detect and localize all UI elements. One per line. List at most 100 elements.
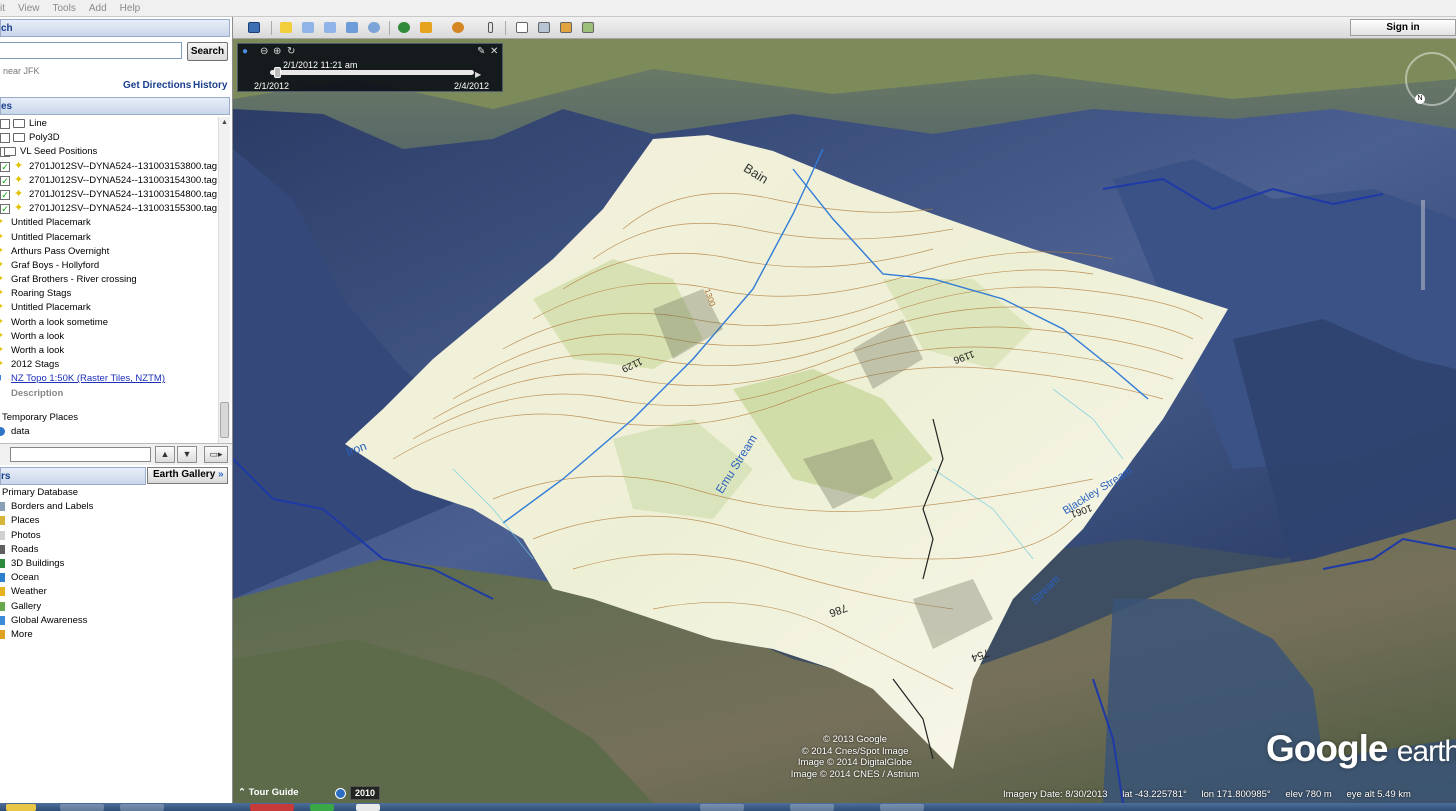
ruler-icon[interactable] xyxy=(481,19,499,36)
layer-item[interactable]: 3D Buildings xyxy=(0,557,232,571)
north-icon[interactable]: N xyxy=(1415,94,1425,104)
places-tree-item[interactable]: ✦ Worth a look xyxy=(0,330,218,344)
menu-help[interactable]: Help xyxy=(115,3,149,14)
historical-imagery-clock-icon[interactable] xyxy=(335,788,346,799)
taskbar-app[interactable] xyxy=(880,804,924,811)
scroll-thumb[interactable] xyxy=(220,402,229,438)
taskbar-app[interactable] xyxy=(120,804,164,811)
menu-view[interactable]: View xyxy=(13,3,48,14)
places-tree-item[interactable]: Description xyxy=(0,387,218,401)
checkbox[interactable] xyxy=(0,133,10,144)
places-panel-header[interactable]: es xyxy=(0,97,230,115)
layer-item[interactable]: Global Awareness xyxy=(0,614,232,628)
sunlight-icon[interactable] xyxy=(417,19,435,36)
places-tree-item[interactable]: Line xyxy=(0,117,218,131)
time-slider-handle[interactable] xyxy=(273,67,281,78)
menu-add[interactable]: Add xyxy=(84,3,115,14)
switch-planet-icon[interactable] xyxy=(449,19,467,36)
places-tree-item[interactable]: ✦ Arthurs Pass Overnight xyxy=(0,245,218,259)
layer-item[interactable]: Roads xyxy=(0,543,232,557)
taskbar-app[interactable] xyxy=(310,804,334,811)
folder-view-icon[interactable]: ▭▸ xyxy=(204,446,228,463)
checkbox[interactable]: ✓ xyxy=(0,161,10,172)
layer-item[interactable]: Primary Database xyxy=(0,486,232,500)
sidebar-toggle-icon[interactable] xyxy=(245,19,263,36)
places-tree-item[interactable]: ✦ Untitled Placemark xyxy=(0,216,218,230)
places-tree-item[interactable]: ✦ Untitled Placemark xyxy=(0,301,218,315)
historical-imagery-icon[interactable] xyxy=(395,19,413,36)
layer-item[interactable]: Places xyxy=(0,514,232,528)
layer-item[interactable]: Gallery xyxy=(0,600,232,614)
taskbar-app[interactable] xyxy=(356,804,380,811)
places-scrollbar[interactable]: ▲ xyxy=(218,117,230,445)
look-around-control[interactable]: N xyxy=(1405,52,1456,106)
places-tree-item[interactable]: ✓ ✦ 2701J012SV--DYNA524--131003153800.tag xyxy=(0,160,218,174)
scroll-up-arrow-icon[interactable]: ▲ xyxy=(221,119,228,126)
search-button[interactable]: Search xyxy=(187,42,228,61)
layer-icon xyxy=(0,558,5,568)
history-link[interactable]: History xyxy=(193,80,227,91)
add-image-overlay-icon[interactable] xyxy=(343,19,361,36)
play-icon[interactable]: ▶ xyxy=(475,70,481,80)
print-icon[interactable] xyxy=(535,19,553,36)
zoom-in-time-icon[interactable]: ⊕ xyxy=(273,47,281,57)
layers-panel-header[interactable]: rs xyxy=(0,467,146,485)
get-directions-link[interactable]: Get Directions xyxy=(123,80,191,91)
checkbox[interactable]: ✓ xyxy=(0,204,10,215)
places-tree-item[interactable]: ■ NZ Topo 1:50K (Raster Tiles, NZTM) xyxy=(0,372,218,386)
taskbar-app[interactable] xyxy=(60,804,104,811)
record-tour-icon[interactable] xyxy=(365,19,383,36)
loop-icon[interactable]: ↻ xyxy=(287,47,295,57)
wrench-icon[interactable]: ✎ xyxy=(477,47,485,57)
places-search-input[interactable] xyxy=(10,447,151,462)
sign-in-button[interactable]: Sign in xyxy=(1350,19,1456,36)
layer-item[interactable]: More xyxy=(0,628,232,642)
zoom-slider[interactable] xyxy=(1421,200,1425,290)
places-tree-item[interactable]: VL Seed Positions xyxy=(0,145,218,159)
places-tree-item[interactable]: ✦ Worth a look xyxy=(0,344,218,358)
places-tree-item[interactable]: ✓ ✦ 2701J012SV--DYNA524--131003155300.tag xyxy=(0,202,218,216)
checkbox[interactable]: ✓ xyxy=(0,175,10,186)
places-tree-item[interactable]: ✓ ✦ 2701J012SV--DYNA524--131003154800.tag xyxy=(0,188,218,202)
taskbar-app[interactable] xyxy=(790,804,834,811)
tour-guide-button[interactable]: ⌃ Tour Guide xyxy=(238,787,299,798)
places-tree-item[interactable]: ✦ Roaring Stags xyxy=(0,287,218,301)
layer-item[interactable]: Ocean xyxy=(0,571,232,585)
historical-year-button[interactable]: 2010 xyxy=(350,786,380,800)
save-image-icon[interactable] xyxy=(557,19,575,36)
earth-3d-viewport[interactable]: Bain Emu Stream Blackley Stream Stream 1… xyxy=(233,39,1456,803)
checkbox[interactable]: ✓ xyxy=(0,189,10,200)
checkbox[interactable] xyxy=(0,119,10,129)
layer-item[interactable]: Weather xyxy=(0,585,232,599)
move-up-arrow-icon[interactable]: ▲ xyxy=(155,446,175,463)
places-tree-item[interactable]: ✦ Graf Brothers - River crossing xyxy=(0,273,218,287)
placemark-pin-icon: ✦ xyxy=(0,345,4,356)
view-in-maps-icon[interactable] xyxy=(579,19,597,36)
places-tree-item[interactable]: ✓ ✦ 2701J012SV--DYNA524--131003154300.tag xyxy=(0,174,218,188)
time-slider-track[interactable] xyxy=(270,70,474,75)
places-tree-item[interactable]: ✦ Worth a look sometime xyxy=(0,316,218,330)
places-tree-item[interactable]: ✦ Untitled Placemark xyxy=(0,231,218,245)
chevron-right-icon: » xyxy=(218,469,224,480)
email-icon[interactable] xyxy=(513,19,531,36)
search-panel-header[interactable]: ch xyxy=(0,19,230,37)
places-tree-item[interactable]: Poly3D xyxy=(0,131,218,145)
earth-gallery-button[interactable]: Earth Gallery » xyxy=(147,467,228,484)
taskbar-app[interactable] xyxy=(6,804,36,811)
menu-edit[interactable]: it xyxy=(0,3,13,14)
layer-item[interactable]: Photos xyxy=(0,529,232,543)
move-down-arrow-icon[interactable]: ▼ xyxy=(177,446,197,463)
search-input[interactable] xyxy=(0,42,182,59)
close-icon[interactable]: ✕ xyxy=(490,47,498,57)
zoom-out-time-icon[interactable]: ⊖ xyxy=(260,47,268,57)
temporary-places-item[interactable]: Temporary Places xyxy=(2,412,78,423)
add-polygon-icon[interactable] xyxy=(299,19,317,36)
add-placemark-icon[interactable] xyxy=(277,19,295,36)
taskbar-app[interactable] xyxy=(700,804,744,811)
places-tree-item[interactable]: ✦ 2012 Stags xyxy=(0,358,218,372)
layer-item[interactable]: Borders and Labels xyxy=(0,500,232,514)
taskbar-app[interactable] xyxy=(250,804,294,811)
places-tree-item[interactable]: ✦ Graf Boys - Hollyford xyxy=(0,259,218,273)
menu-tools[interactable]: Tools xyxy=(48,3,84,14)
add-path-icon[interactable] xyxy=(321,19,339,36)
